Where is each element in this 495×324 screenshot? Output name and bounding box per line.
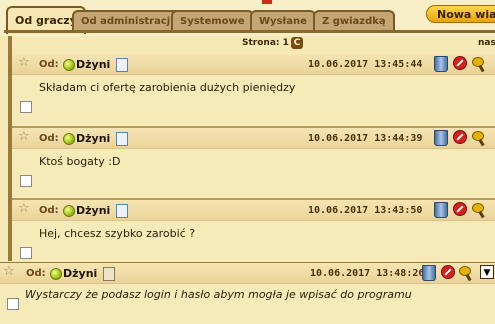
ban-icon[interactable] xyxy=(453,56,467,70)
magnifier-icon[interactable] xyxy=(472,131,488,147)
chevron-down-icon[interactable]: ▼ xyxy=(480,265,494,279)
star-icon[interactable]: ☆ xyxy=(3,265,15,279)
tab-divider xyxy=(4,30,495,33)
from-label: Od: xyxy=(39,205,59,216)
trash-icon[interactable] xyxy=(434,56,448,72)
sender-name[interactable]: Dżyni xyxy=(76,204,110,217)
sender-name[interactable]: Dżyni xyxy=(76,132,110,145)
select-checkbox[interactable] xyxy=(20,101,32,113)
star-icon[interactable]: ☆ xyxy=(18,130,30,144)
select-checkbox[interactable] xyxy=(7,298,19,310)
message-body: Ktoś bogaty :D xyxy=(39,155,121,168)
tab-from-administration[interactable]: Od administracji xyxy=(72,10,183,32)
page-label: Strona: 1 xyxy=(242,38,289,48)
message-date: 10.06.2017 13:48:26 xyxy=(310,268,425,279)
ban-icon[interactable] xyxy=(453,202,467,216)
trash-icon[interactable] xyxy=(434,130,448,146)
sender-name[interactable]: Dżyni xyxy=(76,58,110,71)
message-body: Hej, chcesz szybko zarobić ? xyxy=(39,227,196,240)
tab-sent[interactable]: Wysłane xyxy=(250,10,316,32)
message-item[interactable]: ☆ Od: Dżyni 10.06.2017 13:44:39 Ktoś bog… xyxy=(12,128,495,200)
document-icon[interactable] xyxy=(103,267,115,281)
magnifier-icon[interactable] xyxy=(472,57,488,73)
ban-icon[interactable] xyxy=(453,130,467,144)
divider xyxy=(12,74,495,75)
sender-name[interactable]: Dżyni xyxy=(63,267,97,280)
magnifier-icon[interactable] xyxy=(472,203,488,219)
message-item[interactable]: ☆ Od: Dżyni 10.06.2017 13:45:44 Składam … xyxy=(12,54,495,128)
document-icon[interactable] xyxy=(116,132,128,146)
trash-icon[interactable] xyxy=(434,202,448,218)
tab-system[interactable]: Systemowe xyxy=(171,10,254,32)
select-checkbox[interactable] xyxy=(20,175,32,187)
document-icon[interactable] xyxy=(116,204,128,218)
new-message-button[interactable]: Nowa wiado xyxy=(426,5,495,23)
scroll-marker xyxy=(262,0,272,4)
top-bar: Od graczy Od administracji Systemowe Wys… xyxy=(0,0,495,36)
select-checkbox[interactable] xyxy=(20,247,32,259)
tab-starred[interactable]: Z gwiazdką xyxy=(313,10,395,32)
divider xyxy=(12,148,495,149)
message-item-expanded[interactable]: ☆ Od: Dżyni 10.06.2017 13:48:26 ▼ Wystar… xyxy=(0,262,495,324)
magnifier-icon[interactable] xyxy=(459,266,475,282)
message-body: Składam ci ofertę zarobienia dużych pien… xyxy=(39,81,296,94)
from-label: Od: xyxy=(26,268,46,279)
from-label: Od: xyxy=(39,59,59,70)
divider xyxy=(0,283,495,284)
star-icon[interactable]: ☆ xyxy=(18,56,30,70)
message-item[interactable]: ☆ Od: Dżyni 10.06.2017 13:43:50 Hej, chc… xyxy=(12,200,495,260)
message-date: 10.06.2017 13:44:39 xyxy=(308,133,423,144)
divider xyxy=(12,220,495,221)
message-date: 10.06.2017 13:45:44 xyxy=(308,59,423,70)
trash-icon[interactable] xyxy=(422,265,436,281)
status-dot-icon xyxy=(50,268,62,280)
ban-icon[interactable] xyxy=(441,265,455,279)
status-dot-icon xyxy=(63,59,75,71)
document-icon[interactable] xyxy=(116,58,128,72)
message-date: 10.06.2017 13:43:50 xyxy=(308,205,423,216)
status-dot-icon xyxy=(63,133,75,145)
next-page-button[interactable]: C xyxy=(291,37,303,49)
star-icon[interactable]: ☆ xyxy=(18,202,30,216)
message-body: Wystarczy że podasz login i hasło abym m… xyxy=(25,288,412,301)
sort-link[interactable]: nas xyxy=(478,38,495,48)
from-label: Od: xyxy=(39,133,59,144)
pagination: Strona: 1 C nas xyxy=(0,36,495,52)
status-dot-icon xyxy=(63,205,75,217)
